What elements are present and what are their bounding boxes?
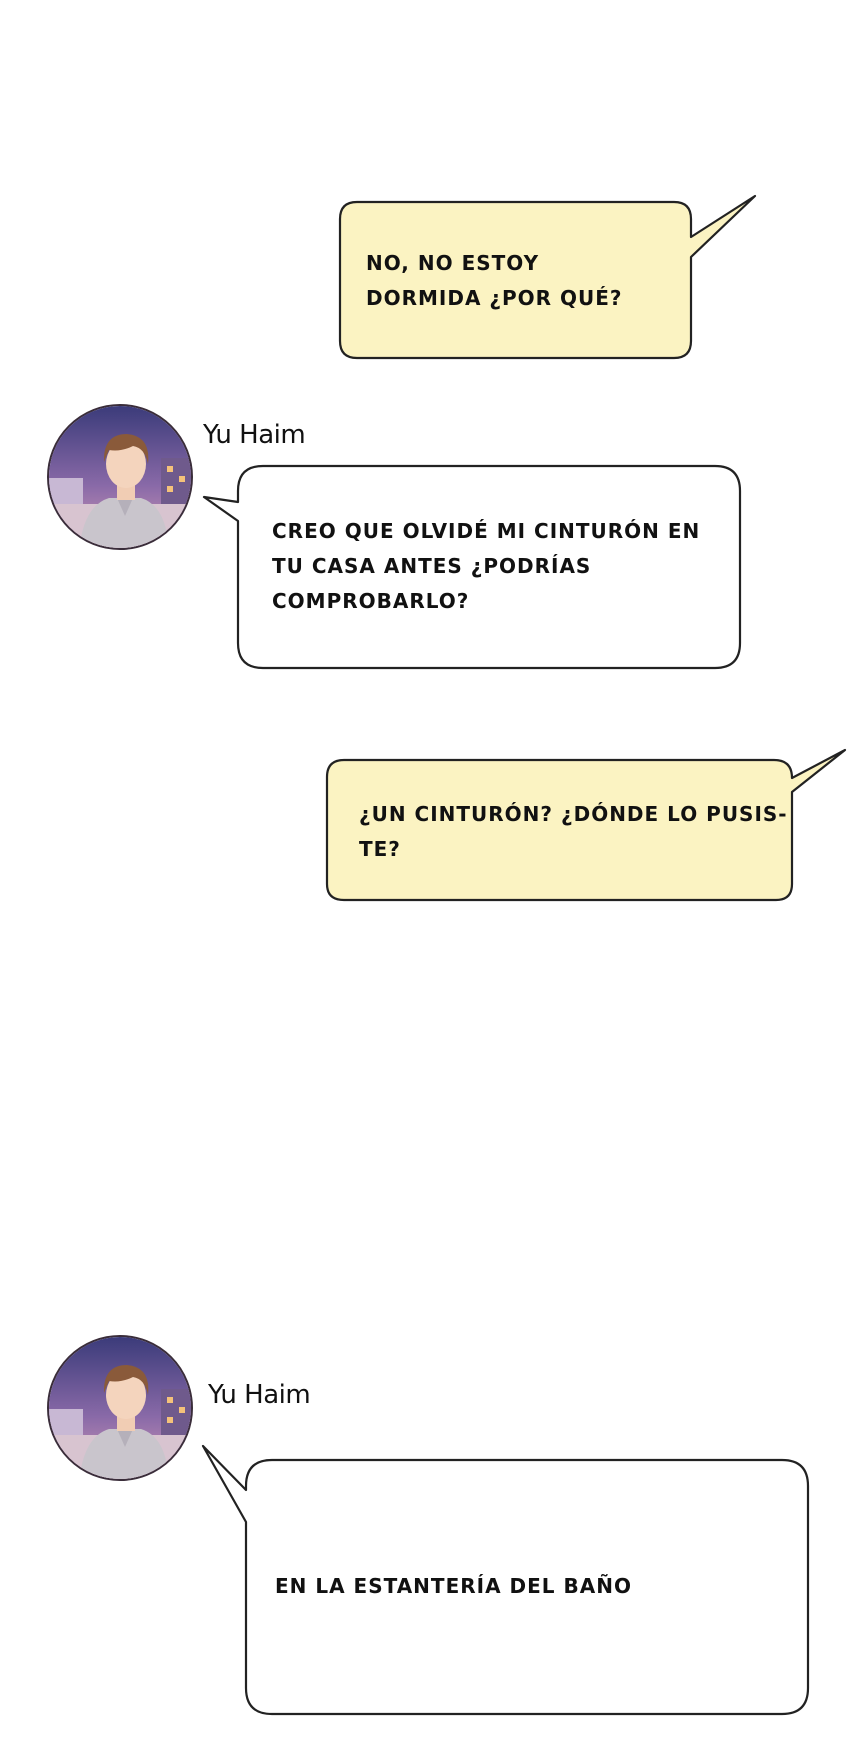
- message-text: EN LA ESTANTERÍA DEL BAÑO: [275, 1574, 632, 1598]
- message-bubble-other: [201, 1444, 810, 1716]
